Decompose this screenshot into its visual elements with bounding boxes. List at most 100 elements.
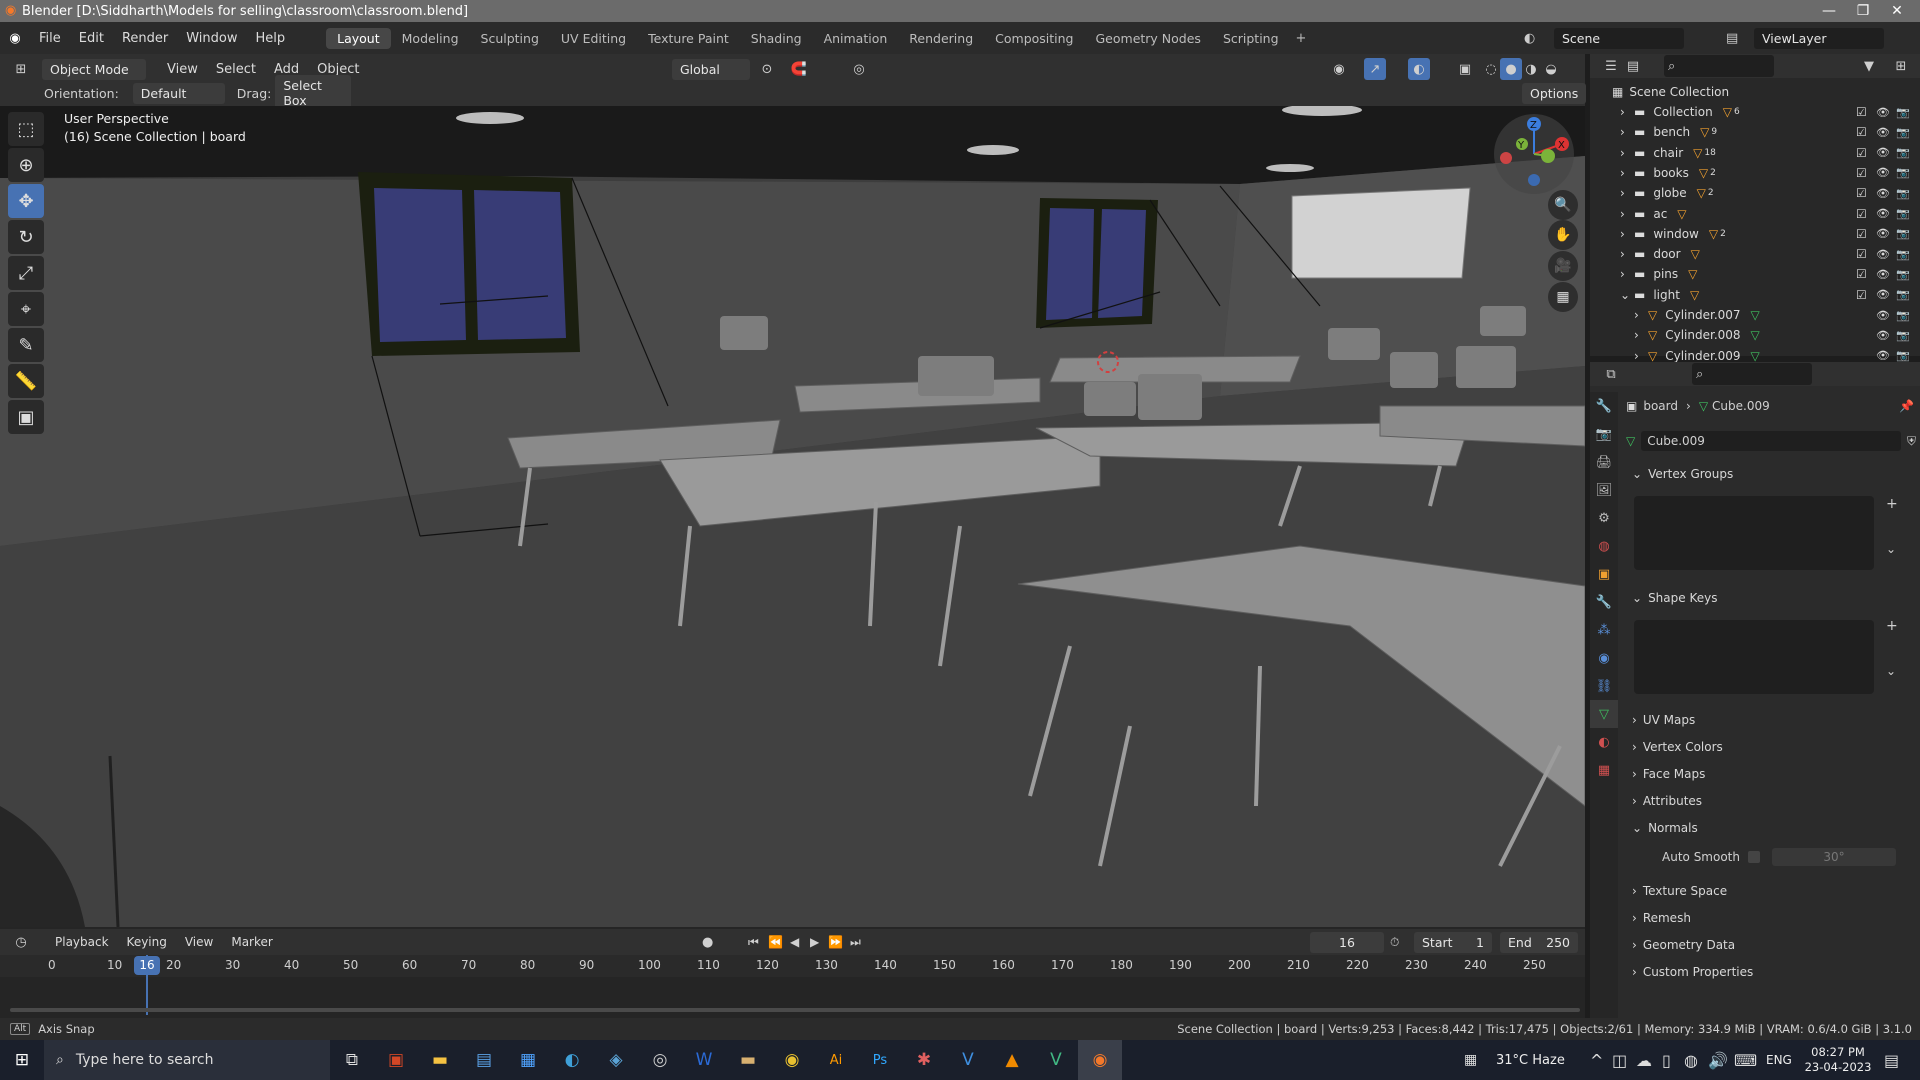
menu-help[interactable]: Help <box>247 31 295 46</box>
eye-icon[interactable]: 👁 <box>1876 187 1890 200</box>
new-collection-icon[interactable]: ⊞ <box>1890 55 1912 77</box>
output-tab-icon[interactable]: 🖨 <box>1590 448 1618 476</box>
tab-geometry-nodes[interactable]: Geometry Nodes <box>1085 28 1212 49</box>
timeline-scrollbar[interactable] <box>10 1008 1580 1012</box>
rotate-icon[interactable]: ↻ <box>8 220 44 254</box>
menu-render[interactable]: Render <box>113 31 177 46</box>
outliner-row[interactable]: › ▬ window ▽ 2 ☑ 👁 📷 <box>1590 224 1920 244</box>
start-frame-field[interactable]: Start 1 <box>1414 931 1492 953</box>
outliner-search-icon[interactable]: ⌕ <box>1664 55 1774 77</box>
weather-widget[interactable]: 31°C Haze <box>1496 1053 1565 1068</box>
constraints-tab-icon[interactable]: ⛓ <box>1590 672 1618 700</box>
render-camera-icon[interactable]: 📷 <box>1896 288 1910 301</box>
jump-end-icon[interactable]: ⏭ <box>850 935 861 950</box>
tab-texture-paint[interactable]: Texture Paint <box>637 28 740 49</box>
expand-arrow-icon[interactable]: › <box>1634 328 1648 342</box>
3d-viewport[interactable] <box>0 106 1585 927</box>
viewlayer-icon[interactable]: ▤ <box>1726 31 1738 46</box>
outliner-row[interactable]: › ▬ Collection ▽ 6 ☑ 👁 📷 <box>1590 102 1920 122</box>
battery-icon[interactable]: ▯ <box>1662 1051 1671 1070</box>
weather-icon[interactable]: ▦ <box>1464 1052 1477 1068</box>
scene-icon[interactable]: ◐ <box>1524 31 1535 46</box>
render-tab-icon[interactable]: 📷 <box>1590 420 1618 448</box>
viewport-menu-view[interactable]: View <box>158 62 207 77</box>
expand-arrow-icon[interactable]: ⌄ <box>1620 288 1634 302</box>
eye-icon[interactable]: 👁 <box>1876 309 1890 322</box>
overlay-toggle-icon[interactable]: ◐ <box>1408 58 1430 80</box>
render-camera-icon[interactable]: 📷 <box>1896 268 1910 281</box>
task-view-icon[interactable]: ⧉ <box>330 1040 374 1080</box>
shape-keys-panel-header[interactable]: ⌄ Shape Keys <box>1632 586 1916 610</box>
transform-orientation-selector[interactable]: Global <box>672 58 750 80</box>
tab-modeling[interactable]: Modeling <box>391 28 470 49</box>
properties-editor-icon[interactable]: ⧉ <box>1600 363 1622 385</box>
render-camera-icon[interactable]: 📷 <box>1896 106 1910 119</box>
auto-smooth-angle-field[interactable]: 30° <box>1772 848 1896 866</box>
render-camera-icon[interactable]: 📷 <box>1896 166 1910 179</box>
clock[interactable]: 08:27 PM 23-04-2023 <box>1800 1045 1876 1075</box>
globe-icon[interactable]: ◍ <box>1684 1051 1698 1070</box>
editor-type-icon[interactable]: ⊞ <box>10 58 32 80</box>
mode-selector[interactable]: Object Mode <box>42 58 146 80</box>
outliner-root[interactable]: ▦ Scene Collection <box>1590 82 1920 102</box>
outliner-row[interactable]: ⌄ ▬ light ▽ ☑ 👁 📷 <box>1590 285 1920 305</box>
blender-taskbar-icon[interactable]: ◉ <box>1078 1040 1122 1080</box>
taskbar-search-box[interactable]: ⌕ Type here to search <box>44 1040 330 1080</box>
shape-keys-list[interactable] <box>1634 620 1874 694</box>
prev-keyframe-icon[interactable]: ⏪ <box>768 935 783 949</box>
eye-icon[interactable]: 👁 <box>1876 227 1890 240</box>
play-icon[interactable]: ▶ <box>810 935 819 949</box>
eye-icon[interactable]: 👁 <box>1876 146 1890 159</box>
add-cube-icon[interactable]: ▣ <box>8 400 44 434</box>
jump-start-icon[interactable]: ⏮ <box>748 935 759 950</box>
breadcrumb-object[interactable]: board <box>1643 399 1678 413</box>
outliner-row[interactable]: › ▬ books ▽ 2 ☑ 👁 📷 <box>1590 163 1920 183</box>
pan-hand-icon[interactable]: ✋ <box>1548 220 1578 250</box>
move-icon[interactable]: ✥ <box>8 184 44 218</box>
tab-layout[interactable]: Layout <box>326 27 391 49</box>
snap-icon[interactable]: 🧲 <box>788 58 810 80</box>
tab-sculpting[interactable]: Sculpting <box>470 28 550 49</box>
modifier-tab-icon[interactable]: 🔧 <box>1590 588 1618 616</box>
measure-icon[interactable]: 📏 <box>8 364 44 398</box>
expand-arrow-icon[interactable]: › <box>1620 146 1634 160</box>
eye-icon[interactable]: 👁 <box>1876 166 1890 179</box>
particles-tab-icon[interactable]: ⁂ <box>1590 616 1618 644</box>
exclude-checkbox-icon[interactable]: ☑ <box>1856 146 1867 160</box>
outliner-row[interactable]: › ▬ door ▽ ☑ 👁 📷 <box>1590 244 1920 264</box>
select-box-icon[interactable]: ⬚ <box>8 112 44 146</box>
frame-ruler[interactable]: 0 10 20 30 40 50 60 70 80 90 100 110 120 130 140 150 160… <box>0 955 1585 977</box>
app-icon[interactable]: ▬ <box>726 1040 770 1080</box>
fake-user-icon[interactable]: ⛨ <box>1907 434 1916 449</box>
custom-properties-panel-header[interactable]: › Custom Properties <box>1632 960 1916 984</box>
annotate-icon[interactable]: ✎ <box>8 328 44 362</box>
add-shape-key-icon[interactable]: + <box>1886 618 1898 634</box>
expand-arrow-icon[interactable]: › <box>1620 166 1634 180</box>
outliner-row[interactable]: › ▽ Cylinder.007 ▽ 👁 📷 <box>1590 305 1920 325</box>
tray-overflow-icon[interactable]: ^ <box>1590 1051 1603 1070</box>
notification-icon[interactable]: ▤ <box>1884 1051 1899 1070</box>
cloud-icon[interactable]: ☁ <box>1636 1051 1652 1070</box>
material-tab-icon[interactable]: ◐ <box>1590 728 1618 756</box>
app-icon[interactable]: ✱ <box>902 1040 946 1080</box>
eye-icon[interactable]: 👁 <box>1876 268 1890 281</box>
render-camera-icon[interactable]: 📷 <box>1896 207 1910 220</box>
tab-animation[interactable]: Animation <box>813 28 899 49</box>
current-frame-field[interactable]: 16 <box>1310 931 1384 953</box>
start-button-icon[interactable]: ⊞ <box>0 1040 44 1080</box>
vue-icon[interactable]: V <box>1034 1040 1078 1080</box>
eye-icon[interactable]: 👁 <box>1876 126 1890 139</box>
attributes-panel-header[interactable]: › Attributes <box>1632 789 1916 813</box>
texture-tab-icon[interactable]: ▦ <box>1590 756 1618 784</box>
vertex-group-specials-icon[interactable]: ⌄ <box>1886 542 1896 556</box>
geometry-data-panel-header[interactable]: › Geometry Data <box>1632 933 1916 957</box>
world-tab-icon[interactable]: ◍ <box>1590 532 1618 560</box>
tab-uv-editing[interactable]: UV Editing <box>550 28 637 49</box>
xray-icon[interactable]: ▣ <box>1454 58 1476 80</box>
scene-selector[interactable]: Scene <box>1554 27 1684 49</box>
exclude-checkbox-icon[interactable]: ☑ <box>1856 207 1867 221</box>
timeline-menu-keying[interactable]: Keying <box>118 935 176 949</box>
exclude-checkbox-icon[interactable]: ☑ <box>1856 227 1867 241</box>
vlc-icon[interactable]: ▲ <box>990 1040 1034 1080</box>
scene-tab-icon[interactable]: ⚙ <box>1590 504 1618 532</box>
